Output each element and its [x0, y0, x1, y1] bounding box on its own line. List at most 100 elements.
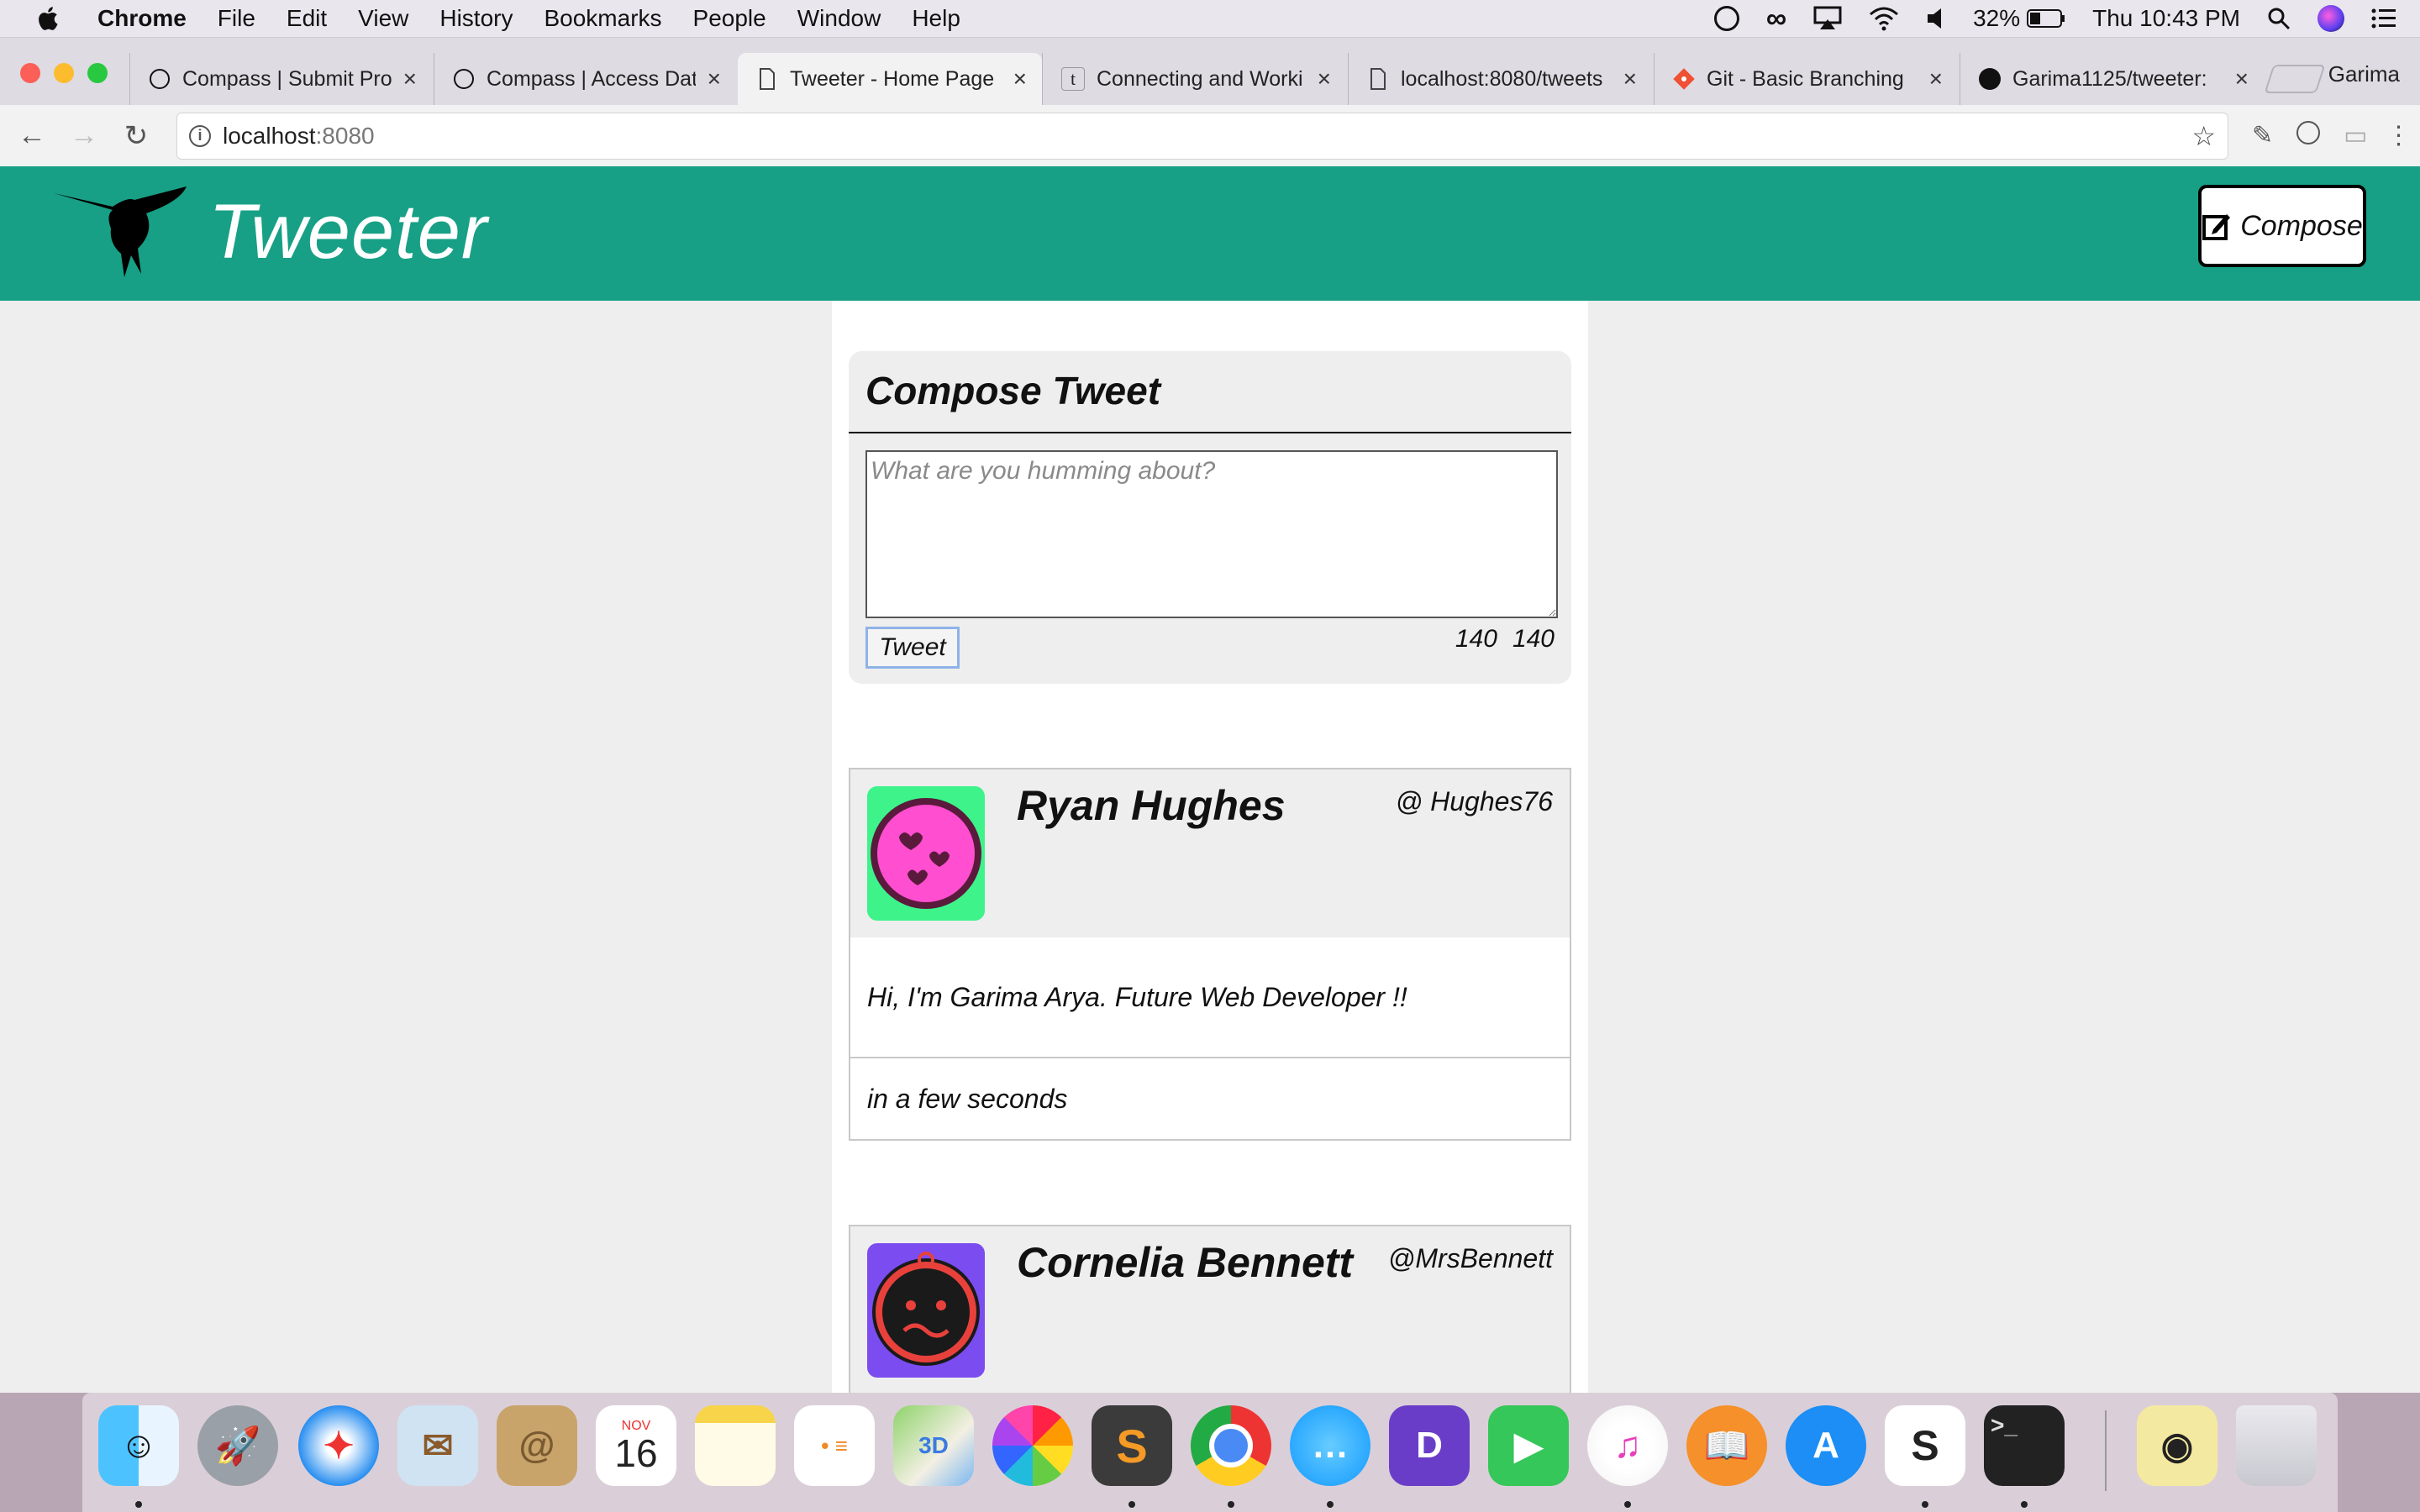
- browser-toolbar: ← → ↻ i localhost:8080 ☆ ✎ ▭ ⋮: [0, 105, 2420, 167]
- menu-help[interactable]: Help: [912, 5, 960, 32]
- macos-menubar: Chrome File Edit View History Bookmarks …: [0, 0, 2420, 38]
- tab-title: Connecting and Worki: [1097, 66, 1303, 91]
- dock-separator: [2105, 1410, 2107, 1491]
- minimize-window-button[interactable]: [54, 63, 74, 83]
- tweet-card: Ryan Hughes @ Hughes76 Hi, I'm Garima Ar…: [849, 768, 1571, 1141]
- browser-tab[interactable]: t Connecting and Worki ×: [1042, 53, 1346, 105]
- dash-icon[interactable]: D: [1389, 1405, 1470, 1486]
- safari-icon[interactable]: ✦: [298, 1405, 379, 1486]
- character-counter-value: 140: [1512, 625, 1555, 653]
- chrome-icon[interactable]: [1191, 1405, 1271, 1486]
- apple-logo-icon[interactable]: [34, 3, 64, 34]
- brand-title[interactable]: Tweeter: [208, 188, 488, 276]
- close-tab-icon[interactable]: ×: [403, 66, 417, 92]
- contacts-icon[interactable]: @: [497, 1405, 577, 1486]
- 1password-icon[interactable]: [1713, 6, 1739, 31]
- notification-center-icon[interactable]: [2371, 8, 2396, 29]
- close-window-button[interactable]: [20, 63, 40, 83]
- git-icon: [1673, 68, 1695, 90]
- web-page: Tweeter Compose Compose Tweet Tweet 1401…: [0, 166, 2420, 1393]
- creative-cloud-icon[interactable]: ∞: [1766, 3, 1786, 35]
- slack-icon[interactable]: S: [1885, 1405, 1965, 1486]
- minion-icon[interactable]: ◉: [2137, 1405, 2217, 1486]
- eyedropper-extension-icon[interactable]: ✎: [2252, 121, 2273, 150]
- browser-tab[interactable]: Garima1125/tweeter: ×: [1960, 53, 2264, 105]
- tweet-author-name: Cornelia Bennett: [1017, 1239, 1354, 1286]
- tweet-text-input[interactable]: [865, 450, 1558, 618]
- airplay-icon[interactable]: [1813, 6, 1842, 31]
- tweet-submit-button[interactable]: Tweet: [865, 627, 960, 669]
- tweet-timestamp: in a few seconds: [867, 1083, 1068, 1114]
- calendar-day: 16: [614, 1431, 658, 1475]
- new-tab-button[interactable]: [2264, 65, 2326, 93]
- menu-window[interactable]: Window: [797, 5, 881, 32]
- compass-icon: [453, 68, 475, 90]
- close-tab-icon[interactable]: ×: [1929, 66, 1943, 92]
- browser-tab[interactable]: Git - Basic Branching ×: [1654, 53, 1958, 105]
- itunes-icon[interactable]: ♫: [1587, 1405, 1668, 1486]
- browser-tab[interactable]: Compass | Submit Pro ×: [129, 53, 432, 105]
- menu-app-name[interactable]: Chrome: [97, 5, 187, 32]
- clock[interactable]: Thu 10:43 PM: [2092, 5, 2240, 32]
- reminders-icon[interactable]: • ≡: [794, 1405, 875, 1486]
- forward-arrow-icon[interactable]: →: [64, 116, 104, 156]
- wifi-icon[interactable]: [1869, 6, 1899, 31]
- sublime-icon[interactable]: S: [1092, 1405, 1172, 1486]
- calendar-icon[interactable]: NOV 16: [596, 1405, 676, 1486]
- siri-icon[interactable]: [2317, 5, 2344, 32]
- reload-icon[interactable]: ↻: [116, 116, 156, 156]
- facetime-icon[interactable]: ▶: [1488, 1405, 1569, 1486]
- tweet-author-name: Ryan Hughes: [1017, 782, 1286, 829]
- 1password-extension-icon[interactable]: [2296, 120, 2321, 151]
- browser-tab-strip: Compass | Submit Pro × Compass | Access …: [0, 38, 2420, 105]
- ibooks-icon[interactable]: 📖: [1686, 1405, 1767, 1486]
- menu-people[interactable]: People: [693, 5, 766, 32]
- volume-icon[interactable]: [1926, 7, 1946, 30]
- tab-title: localhost:8080/tweets: [1401, 66, 1603, 91]
- battery-percent: 32%: [1973, 5, 2021, 31]
- bookmark-star-icon[interactable]: ☆: [2191, 120, 2216, 152]
- browser-tab-active[interactable]: Tweeter - Home Page ×: [738, 53, 1042, 105]
- address-bar[interactable]: i localhost:8080 ☆: [176, 112, 2228, 160]
- browser-tab[interactable]: Compass | Access Dat ×: [434, 53, 736, 105]
- profile-name[interactable]: Garima: [2328, 61, 2400, 87]
- menu-view[interactable]: View: [358, 5, 408, 32]
- menu-edit[interactable]: Edit: [287, 5, 327, 32]
- url-port: :8080: [315, 122, 375, 149]
- close-tab-icon[interactable]: ×: [1623, 66, 1637, 92]
- tab-title: Tweeter - Home Page: [790, 66, 995, 91]
- tab-title: Compass | Submit Pro: [182, 66, 392, 91]
- close-tab-icon[interactable]: ×: [1318, 66, 1331, 92]
- maximize-window-button[interactable]: [87, 63, 108, 83]
- tweet-header: Ryan Hughes @ Hughes76: [850, 769, 1570, 937]
- avatar: [867, 786, 985, 921]
- terminal-icon[interactable]: >_: [1984, 1405, 2065, 1486]
- browser-tab[interactable]: localhost:8080/tweets ×: [1348, 53, 1652, 105]
- spotlight-search-icon[interactable]: [2267, 7, 2291, 30]
- mail-icon[interactable]: ✉: [397, 1405, 478, 1486]
- t-icon: t: [1061, 67, 1085, 91]
- back-arrow-icon[interactable]: ←: [12, 116, 52, 156]
- messages-icon[interactable]: …: [1290, 1405, 1370, 1486]
- close-tab-icon[interactable]: ×: [708, 66, 721, 92]
- photos-icon[interactable]: [992, 1405, 1073, 1486]
- menu-file[interactable]: File: [218, 5, 255, 32]
- compose-toggle-button[interactable]: Compose: [2198, 185, 2366, 267]
- cast-extension-icon[interactable]: ▭: [2344, 121, 2367, 150]
- menu-bookmarks[interactable]: Bookmarks: [544, 5, 661, 32]
- trash-icon[interactable]: [2236, 1405, 2317, 1486]
- launchpad-icon[interactable]: 🚀: [197, 1405, 278, 1486]
- menu-history[interactable]: History: [439, 5, 513, 32]
- close-tab-icon[interactable]: ×: [2235, 66, 2249, 92]
- appstore-icon[interactable]: A: [1786, 1405, 1866, 1486]
- battery-icon[interactable]: [2027, 8, 2065, 29]
- site-info-icon[interactable]: i: [189, 124, 211, 147]
- character-counter: 140 140: [1440, 625, 1555, 654]
- chrome-menu-icon[interactable]: ⋮: [2386, 121, 2412, 150]
- macos-dock: ☺ 🚀 ✦ ✉ @ NOV 16 • ≡ 3D S … D ▶ ♫ 📖 A S …: [82, 1393, 2338, 1512]
- close-tab-icon[interactable]: ×: [1013, 66, 1027, 92]
- maps-icon[interactable]: 3D: [893, 1405, 974, 1486]
- tweet-author-handle: @MrsBennett: [1387, 1243, 1553, 1273]
- finder-icon[interactable]: ☺: [98, 1405, 179, 1486]
- notes-icon[interactable]: [695, 1405, 776, 1486]
